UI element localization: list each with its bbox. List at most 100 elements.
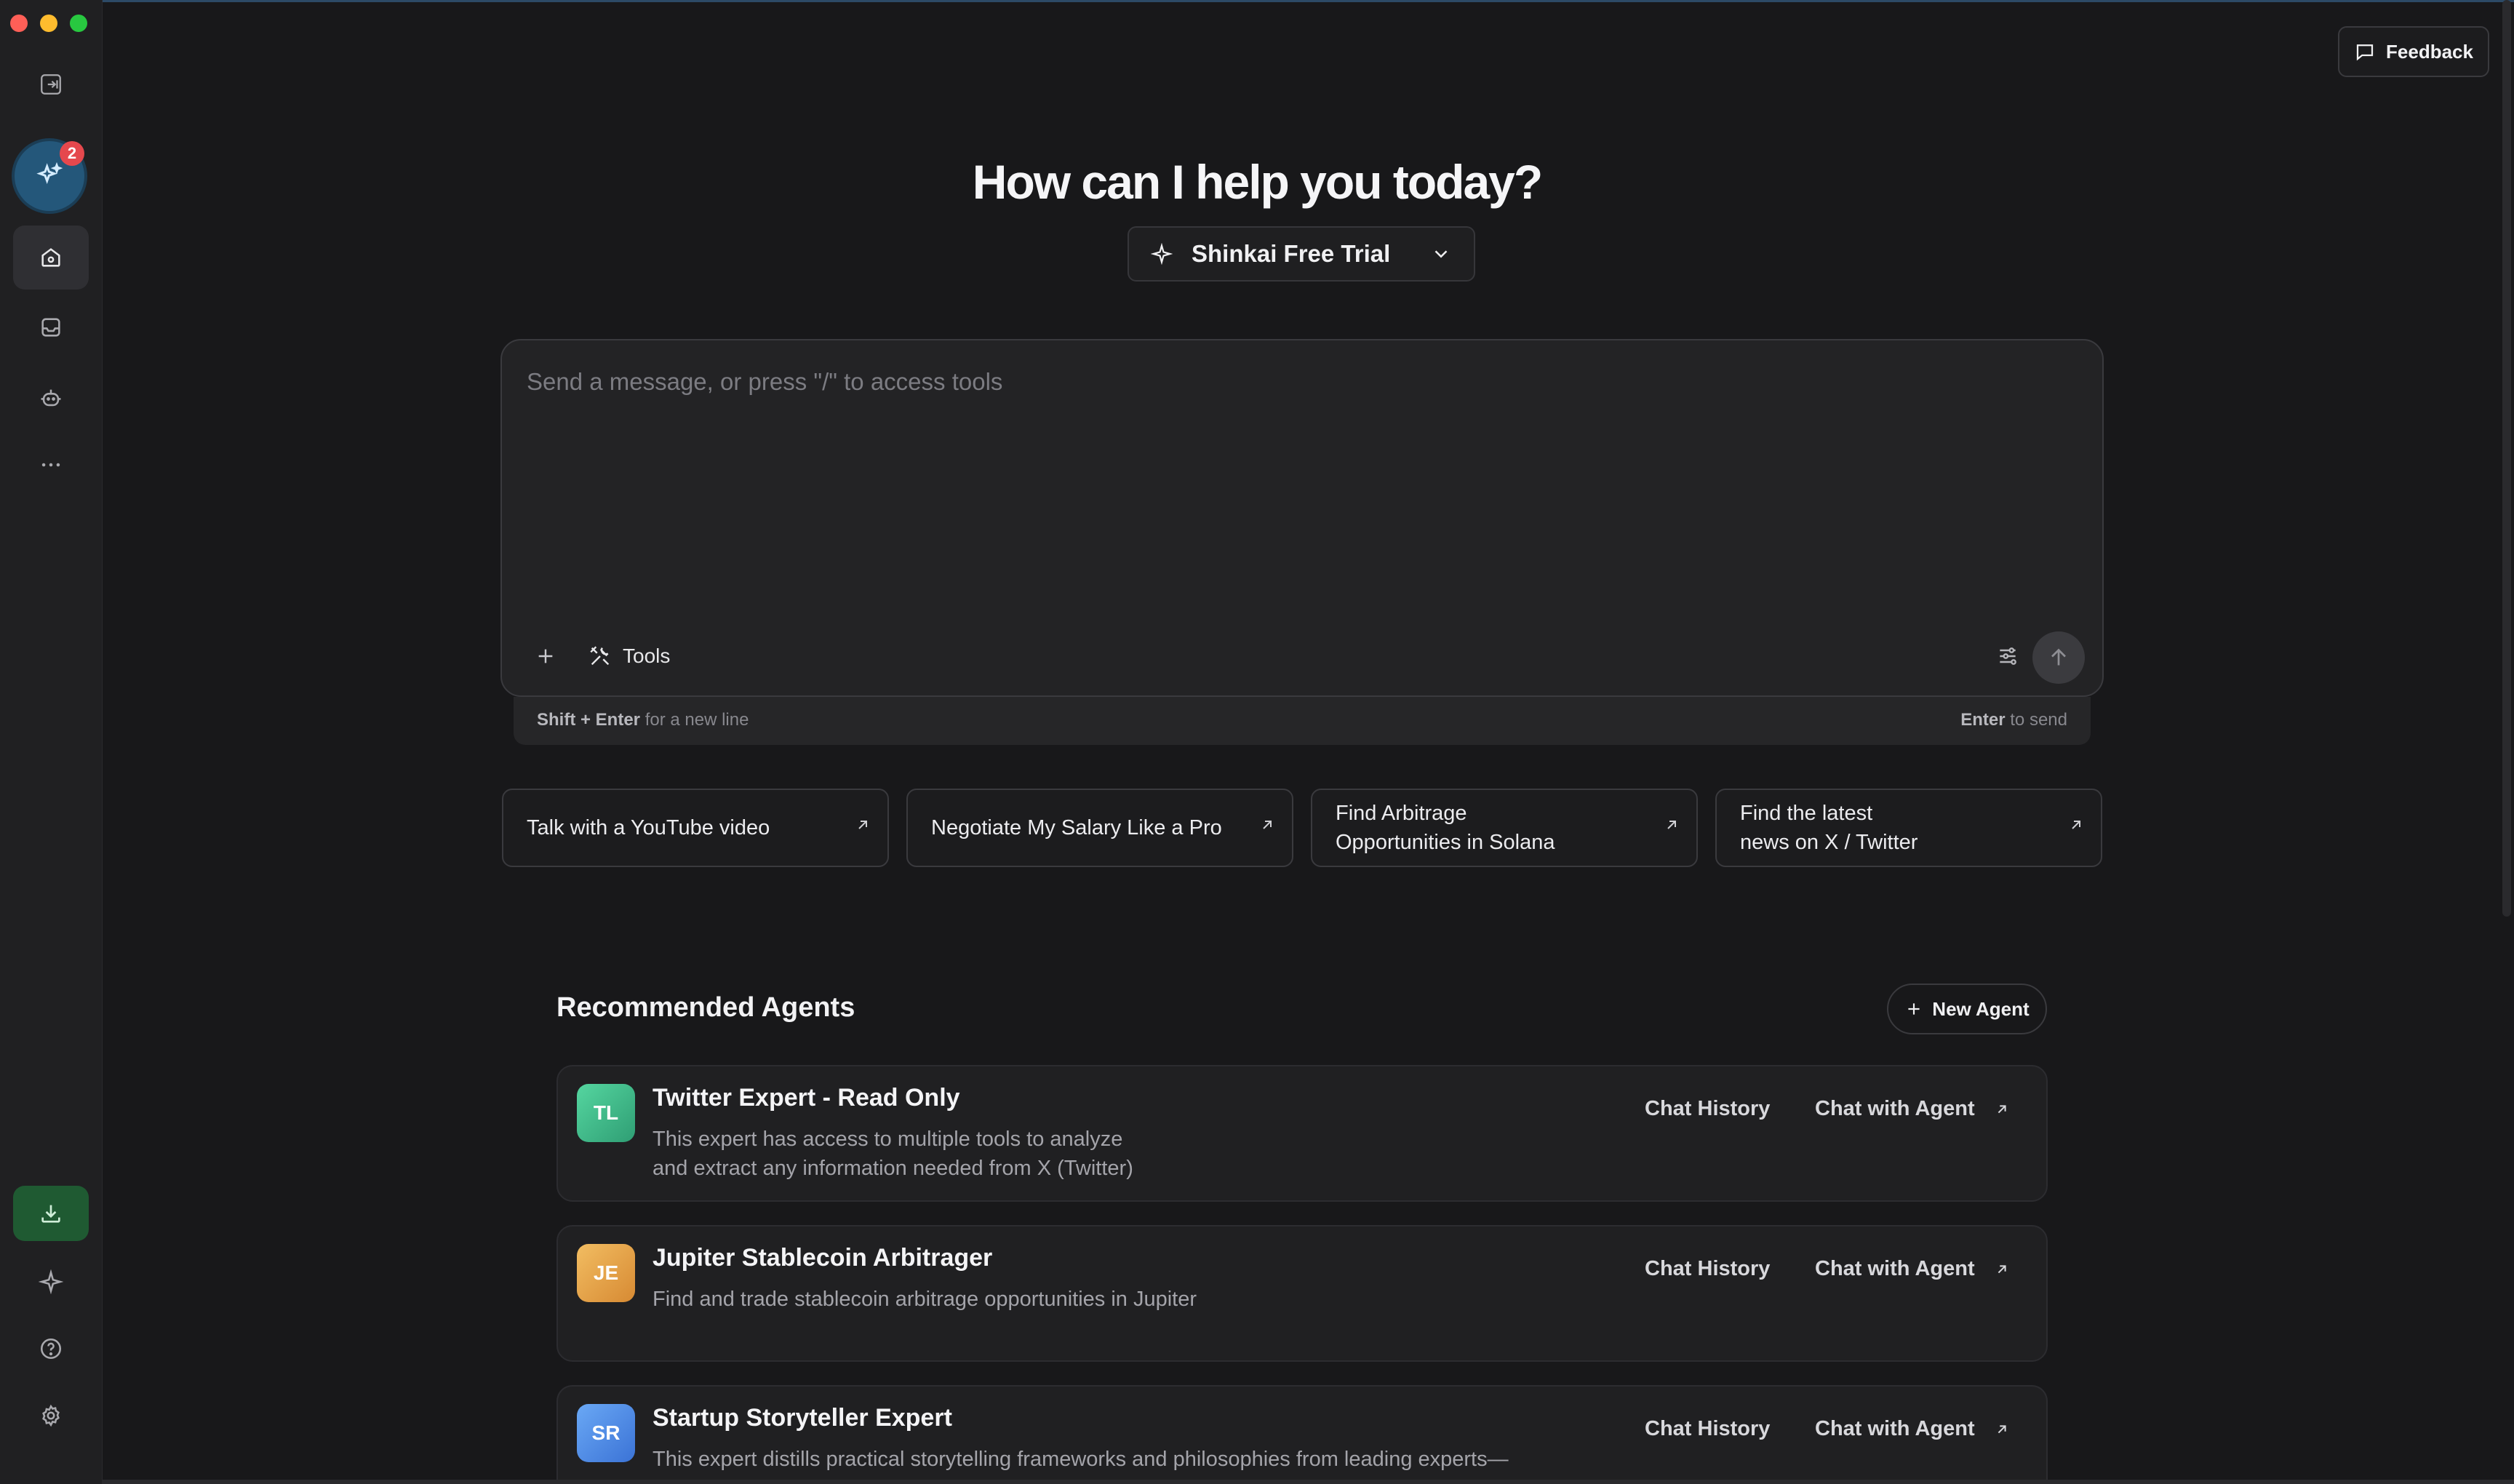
sparkle-icon [39, 1269, 63, 1294]
agent-description: Find and trade stablecoin arbitrage oppo… [653, 1285, 1627, 1314]
maximize-window-button[interactable] [70, 15, 87, 32]
send-hint-text: to send [2010, 710, 2067, 730]
arrow-up-right-icon [1667, 821, 1676, 829]
home-icon [41, 248, 60, 267]
feedback-label: Feedback [2386, 40, 2473, 63]
agent-name: Startup Storyteller Expert [653, 1404, 952, 1432]
plus-icon [1908, 1003, 1920, 1015]
sidebar-item-inbox[interactable] [13, 295, 89, 359]
suggestion-line: Find the latest [1740, 802, 1873, 825]
agent-description: This expert distills practical storytell… [653, 1445, 1627, 1474]
send-hint: Enter to send [1960, 710, 2067, 730]
suggestion-line: Talk with a YouTube video [527, 816, 770, 839]
chat-with-agent-label: Chat with Agent [1815, 1097, 1975, 1120]
composer-hint-bar: Shift + Enter for a new line Enter to se… [514, 697, 2091, 745]
chat-with-agent-label: Chat with Agent [1815, 1417, 1975, 1440]
agent-card: TL Twitter Expert - Read Only This exper… [556, 1065, 2048, 1202]
suggestion-card[interactable]: Talk with a YouTube video [502, 789, 889, 867]
send-hint-key: Enter [1960, 710, 2006, 730]
chat-with-agent-button[interactable]: Chat with Agent [1815, 1257, 2010, 1281]
more-horizontal-icon [41, 463, 60, 467]
sidebar: 2 [0, 0, 103, 1484]
feedback-button[interactable]: Feedback [2338, 26, 2489, 77]
suggestion-card[interactable]: Negotiate My Salary Like a Pro [906, 789, 1293, 867]
agent-name: Twitter Expert - Read Only [653, 1084, 960, 1112]
tools-label: Tools [623, 645, 671, 667]
window-top-border [0, 0, 2514, 2]
agent-description-line: and extract any information needed from … [653, 1157, 1133, 1180]
agent-avatar: SR [577, 1404, 635, 1462]
chat-with-agent-label: Chat with Agent [1815, 1257, 1975, 1280]
collapse-sidebar-button[interactable] [13, 52, 89, 117]
agent-avatar: TL [577, 1084, 635, 1142]
suggestion-line: Find Arbitrage [1336, 802, 1467, 825]
send-button[interactable] [2032, 631, 2085, 684]
agent-description-line: This expert distills practical storytell… [653, 1448, 1509, 1471]
sidebar-item-agents[interactable] [13, 366, 89, 430]
chat-settings-button[interactable] [1992, 640, 2024, 672]
help-icon [40, 1338, 62, 1360]
gear-icon [42, 1404, 60, 1427]
agent-card: JE Jupiter Stablecoin Arbitrager Find an… [556, 1225, 2048, 1362]
sidebar-item-more[interactable] [13, 433, 89, 497]
suggestion-line: Opportunities in Solana [1336, 831, 1555, 854]
chevron-down-icon [1434, 250, 1448, 258]
chat-with-agent-button[interactable]: Chat with Agent [1815, 1417, 2010, 1441]
arrow-up-icon [2051, 648, 2066, 666]
new-agent-label: New Agent [1932, 997, 2030, 1020]
suggestion-card[interactable]: Find Arbitrage Opportunities in Solana [1311, 789, 1698, 867]
chat-history-button[interactable]: Chat History [1645, 1257, 1770, 1281]
page-title: How can I help you today? [972, 155, 1543, 209]
arrow-up-right-icon [858, 821, 867, 829]
message-composer[interactable]: Send a message, or press "/" to access t… [500, 339, 2104, 697]
sparkle-icon [1151, 243, 1173, 265]
suggestion-line: Negotiate My Salary Like a Pro [931, 816, 1222, 839]
suggestion-text: Find the latest news on X / Twitter [1740, 799, 1918, 857]
chat-history-button[interactable]: Chat History [1645, 1417, 1770, 1441]
plus-icon [538, 649, 553, 663]
agent-name: Jupiter Stablecoin Arbitrager [653, 1244, 993, 1272]
inbox-icon [41, 318, 60, 337]
suggestion-card[interactable]: Find the latest news on X / Twitter [1715, 789, 2102, 867]
download-icon [41, 1205, 60, 1223]
message-square-icon [2356, 44, 2374, 61]
new-agent-button[interactable]: New Agent [1887, 984, 2047, 1034]
newline-hint: Shift + Enter for a new line [537, 710, 749, 730]
arrow-up-right-icon [1998, 1424, 2006, 1433]
sidebar-item-settings[interactable] [13, 1384, 89, 1448]
arrow-up-right-icon [1998, 1104, 2006, 1113]
suggestion-text: Find Arbitrage Opportunities in Solana [1336, 799, 1555, 857]
add-attachment-button[interactable] [525, 636, 566, 677]
sidebar-item-help[interactable] [13, 1317, 89, 1381]
tools-button[interactable]: Tools [588, 639, 670, 674]
agent-card: SR Startup Storyteller Expert This exper… [556, 1385, 2048, 1484]
suggestion-text: Talk with a YouTube video [527, 813, 770, 842]
agent-description: This expert has access to multiple tools… [653, 1125, 1627, 1183]
scrollbar[interactable] [2502, 0, 2511, 917]
agent-avatar: JE [577, 1244, 635, 1302]
chat-history-button[interactable]: Chat History [1645, 1097, 1770, 1121]
sidebar-item-sparkle[interactable] [13, 1250, 89, 1314]
arrow-up-right-icon [2072, 821, 2080, 829]
agent-description-line: This expert has access to multiple tools… [653, 1128, 1123, 1151]
message-input[interactable]: Send a message, or press "/" to access t… [527, 368, 1002, 396]
sliders-icon [2000, 647, 2016, 665]
robot-icon [41, 389, 61, 407]
newline-hint-text: for a new line [645, 710, 749, 730]
model-selector-value: Shinkai Free Trial [1192, 240, 1391, 267]
suggestion-text: Negotiate My Salary Like a Pro [931, 813, 1222, 842]
minimize-window-button[interactable] [40, 15, 57, 32]
close-window-button[interactable] [10, 15, 28, 32]
sidebar-item-home[interactable] [13, 226, 89, 290]
suggestion-line: news on X / Twitter [1740, 831, 1918, 854]
tools-icon [590, 646, 610, 666]
arrow-up-right-icon [1998, 1264, 2006, 1273]
agent-description-line: Find and trade stablecoin arbitrage oppo… [653, 1288, 1197, 1311]
chat-with-agent-button[interactable]: Chat with Agent [1815, 1097, 2010, 1121]
collapse-sidebar-icon [41, 74, 61, 95]
newline-hint-key: Shift + Enter [537, 710, 641, 730]
download-button[interactable] [13, 1186, 89, 1241]
model-selector[interactable]: Shinkai Free Trial [1128, 226, 1475, 282]
arrow-up-right-icon [1263, 821, 1272, 829]
window-bottom-edge [102, 1480, 2514, 1484]
